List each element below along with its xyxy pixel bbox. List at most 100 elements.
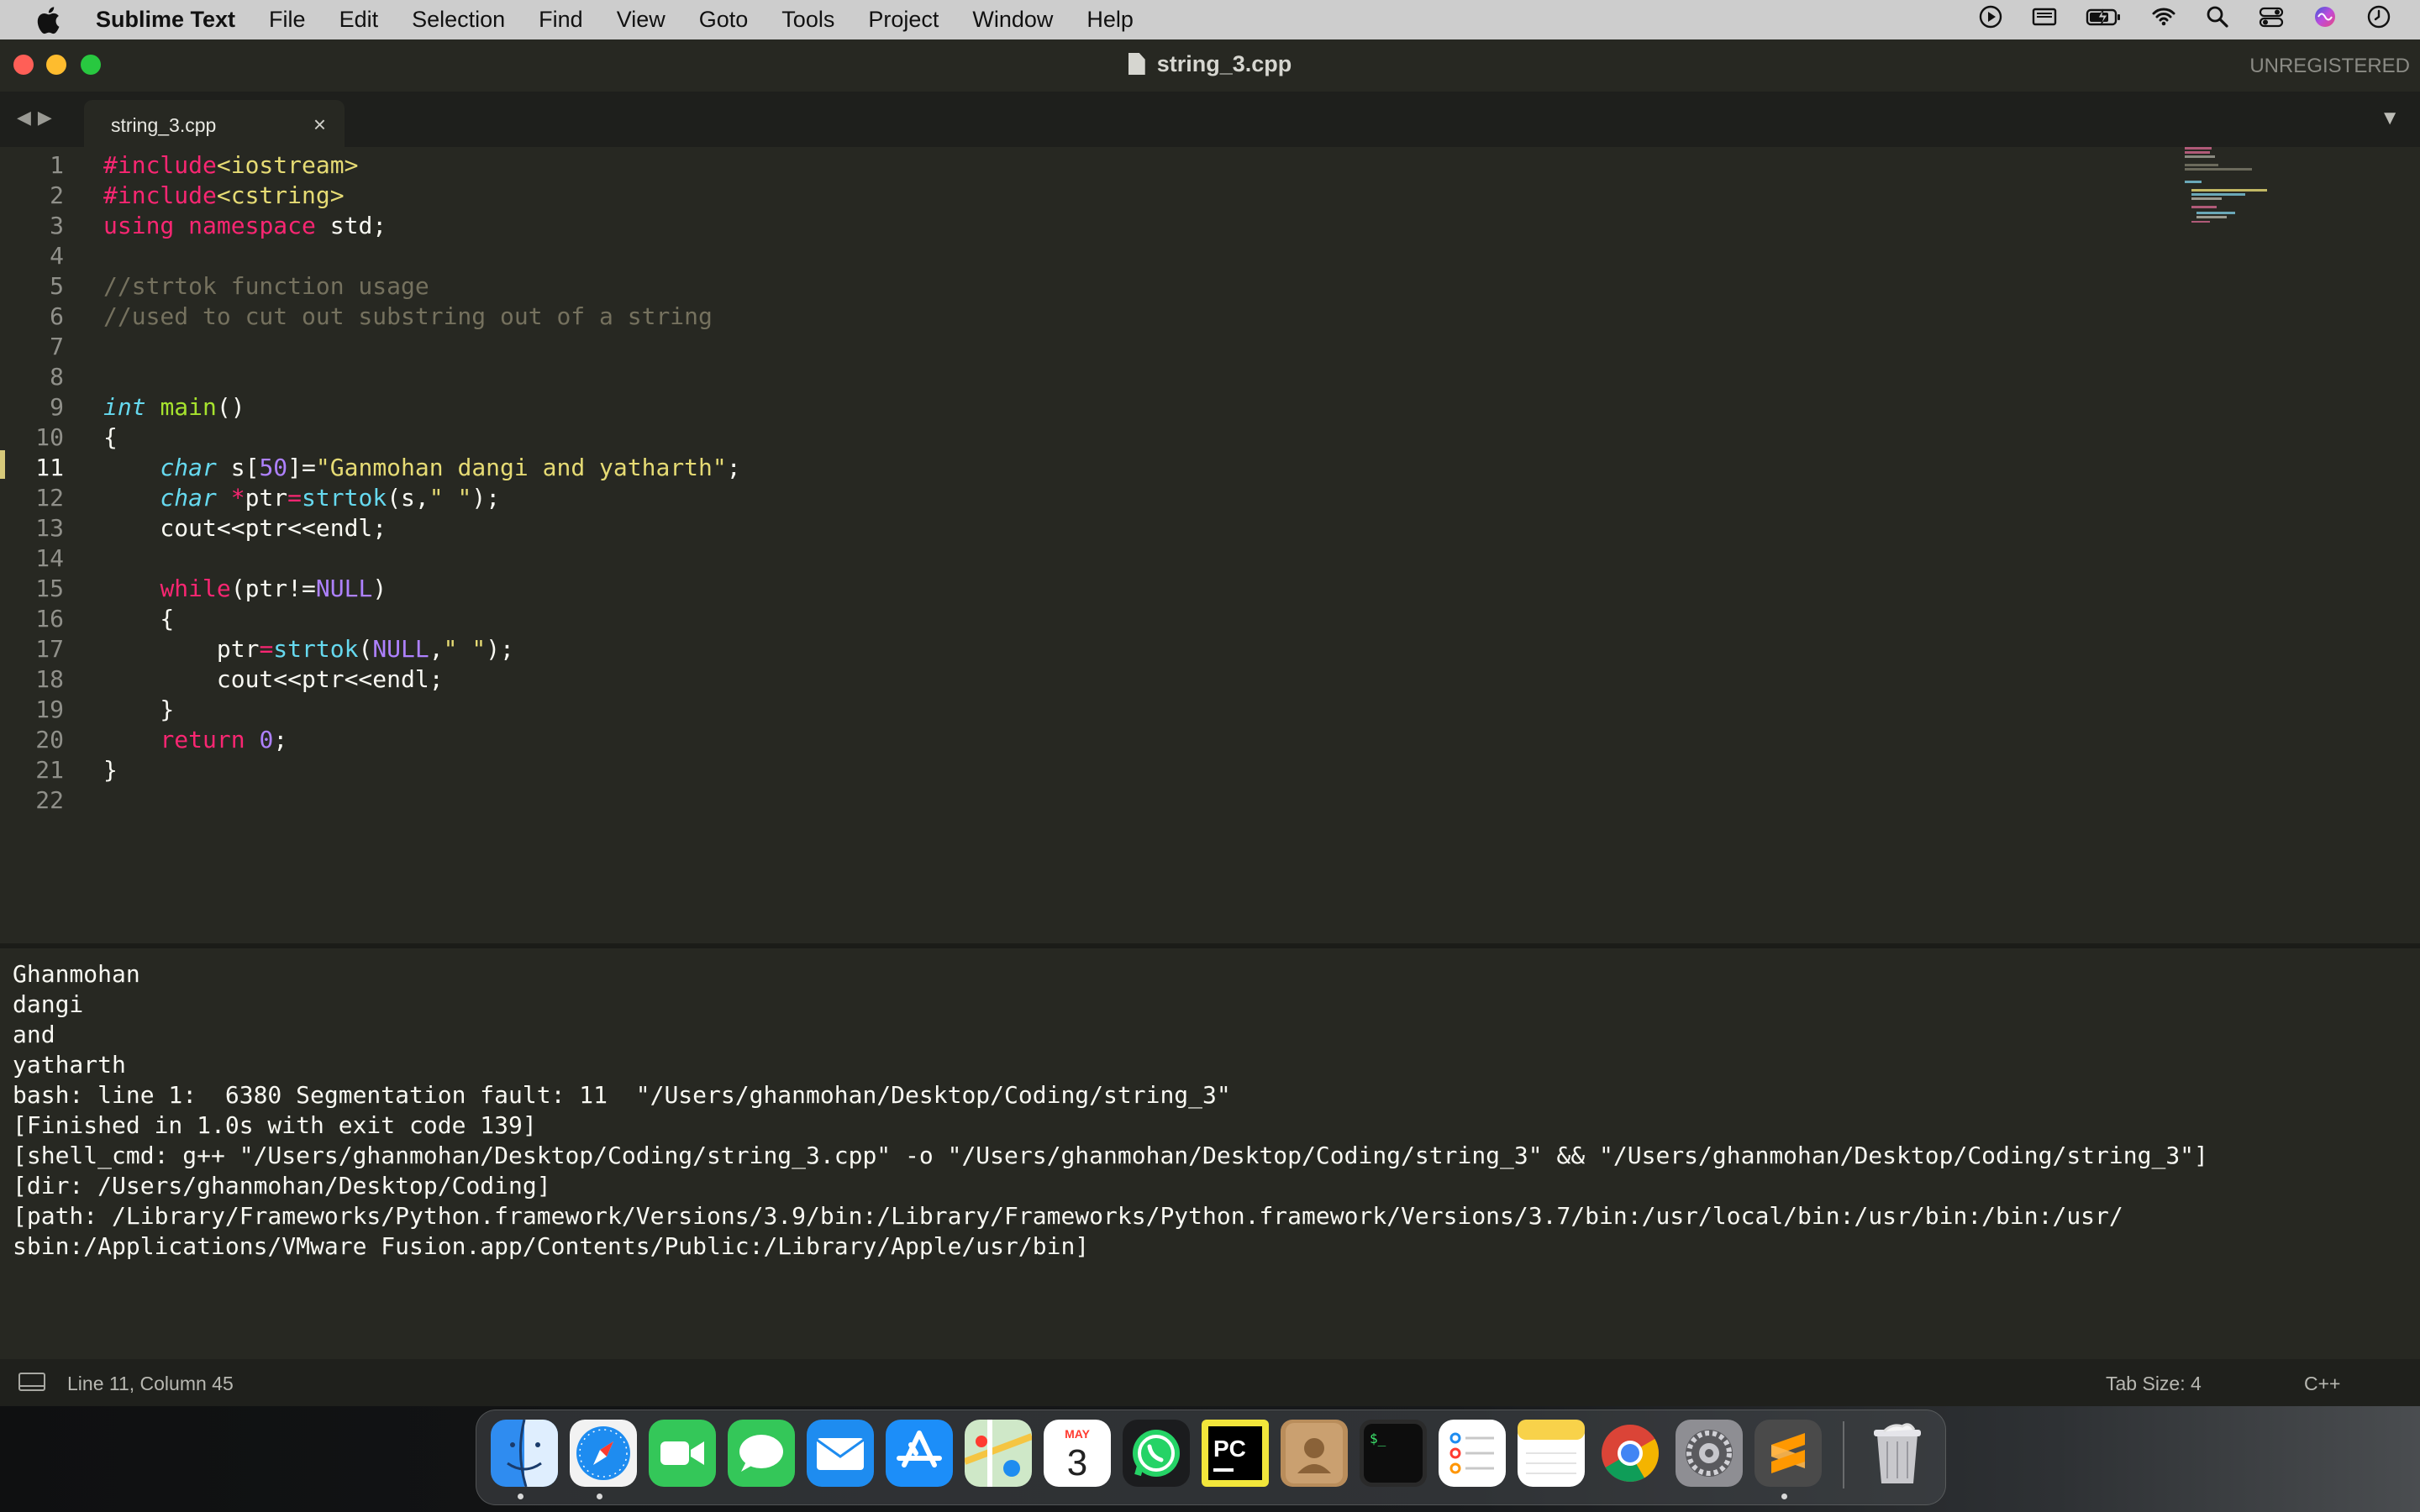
code-line[interactable]: { xyxy=(103,423,118,453)
output-line: bash: line 1: 6380 Segmentation fault: 1… xyxy=(13,1081,1231,1109)
line-number: 4 xyxy=(50,242,64,270)
code-token: return xyxy=(160,726,245,753)
code-token: strtok xyxy=(302,484,387,512)
menu-project[interactable]: Project xyxy=(868,7,939,33)
minimap[interactable] xyxy=(2185,147,2277,223)
dock-calendar-icon[interactable]: MAY 3 xyxy=(1044,1420,1111,1487)
output-line: [dir: /Users/ghanmohan/Desktop/Coding] xyxy=(13,1172,551,1200)
output-line: dangi xyxy=(13,990,84,1018)
line-number: 17 xyxy=(35,635,64,663)
line-number: 21 xyxy=(35,756,64,784)
code-line[interactable]: char *ptr=strtok(s," "); xyxy=(103,483,500,513)
code-token: " " xyxy=(429,484,472,512)
menu-file[interactable]: File xyxy=(269,7,306,33)
code-editor[interactable]: 1 2 3 4 5 6 7 8 9 10 11 12 13 14 15 16 17 18 19 20 21 22 #inc… xyxy=(0,147,2420,943)
code-token: char xyxy=(160,484,217,512)
code-line[interactable]: using namespace std; xyxy=(103,211,387,241)
wifi-icon[interactable] xyxy=(2151,4,2176,35)
dock-trash-icon[interactable] xyxy=(1864,1420,1931,1487)
dock-reminders-icon[interactable] xyxy=(1439,1420,1506,1487)
siri-icon[interactable] xyxy=(2312,4,2338,35)
syntax-selector[interactable]: C++ xyxy=(2304,1373,2340,1395)
clock-icon[interactable] xyxy=(2366,4,2391,35)
code-line[interactable]: return 0; xyxy=(103,725,287,755)
code-line[interactable]: int main() xyxy=(103,392,245,423)
cursor-position[interactable]: Line 11, Column 45 xyxy=(67,1373,234,1395)
code-line[interactable]: } xyxy=(103,755,118,785)
code-line[interactable]: while(ptr!=NULL) xyxy=(103,574,387,604)
dock-chrome-icon[interactable] xyxy=(1597,1420,1664,1487)
menu-selection[interactable]: Selection xyxy=(412,7,505,33)
code-token: namespace xyxy=(188,212,316,239)
pycharm-logo-text: PC xyxy=(1213,1436,1246,1462)
spotlight-search-icon[interactable] xyxy=(2205,4,2230,35)
tab-menu-chevron-icon[interactable]: ▼ xyxy=(2380,107,2400,130)
output-line: [shell_cmd: g++ "/Users/ghanmohan/Deskto… xyxy=(13,1142,2208,1169)
window-titlebar: string_3.cpp UNREGISTERED xyxy=(0,39,2420,92)
code-line[interactable]: //strtok function usage xyxy=(103,271,429,302)
dock-mail-icon[interactable] xyxy=(807,1420,874,1487)
dock-finder-icon[interactable] xyxy=(491,1420,558,1487)
display-icon[interactable] xyxy=(2032,4,2057,35)
code-line[interactable]: #include<iostream> xyxy=(103,150,358,181)
menu-help[interactable]: Help xyxy=(1086,7,1134,33)
code-token: ptr xyxy=(103,635,260,663)
dock-pycharm-icon[interactable]: PC xyxy=(1202,1420,1269,1487)
window-title: string_3.cpp xyxy=(0,51,2420,77)
dock-notes-icon[interactable] xyxy=(1518,1420,1585,1487)
dock-system-preferences-icon[interactable] xyxy=(1676,1420,1743,1487)
running-indicator-safari xyxy=(597,1494,602,1499)
dock-facetime-icon[interactable] xyxy=(649,1420,716,1487)
dock-contacts-icon[interactable] xyxy=(1281,1420,1348,1487)
code-token: NULL xyxy=(315,575,373,602)
code-token: <cstring> xyxy=(216,181,345,209)
line-number: 19 xyxy=(35,696,64,723)
output-line: sbin:/Applications/VMware Fusion.app/Con… xyxy=(13,1232,1090,1260)
code-token: * xyxy=(230,484,245,512)
line-number: 18 xyxy=(35,665,64,693)
dock-whatsapp-icon[interactable] xyxy=(1123,1420,1190,1487)
code-line[interactable]: cout<<ptr<<endl; xyxy=(103,513,387,543)
dock-app-store-icon[interactable] xyxy=(886,1420,953,1487)
control-center-icon[interactable] xyxy=(2259,4,2284,35)
menu-view[interactable]: View xyxy=(617,7,666,33)
battery-icon[interactable] xyxy=(2086,4,2123,35)
code-line[interactable]: { xyxy=(103,604,174,634)
tab-forward-arrow-icon[interactable]: ▶ xyxy=(38,107,59,128)
build-output-panel[interactable]: Ghanmohan dangi and yatharth bash: line 1: 6… xyxy=(0,943,2420,1364)
calendar-day: 3 xyxy=(1067,1442,1087,1483)
menu-app-name[interactable]: Sublime Text xyxy=(96,7,235,33)
menu-window[interactable]: Window xyxy=(972,7,1053,33)
code-token: #include xyxy=(103,181,217,209)
menu-find[interactable]: Find xyxy=(539,7,583,33)
line-number: 3 xyxy=(50,212,64,239)
output-line: Ghanmohan xyxy=(13,960,140,988)
code-line[interactable]: cout<<ptr<<endl; xyxy=(103,664,444,695)
line-number: 11 xyxy=(35,454,64,481)
menu-edit[interactable]: Edit xyxy=(339,7,379,33)
apple-logo-icon[interactable] xyxy=(35,6,60,34)
dock-sublime-text-icon[interactable] xyxy=(1754,1420,1822,1487)
code-line[interactable]: char s[50]="Ganmohan dangi and yatharth"… xyxy=(103,453,740,483)
code-token: () xyxy=(216,393,245,421)
dock-safari-icon[interactable] xyxy=(570,1420,637,1487)
dock-messages-icon[interactable] xyxy=(728,1420,795,1487)
code-line[interactable]: ptr=strtok(NULL," "); xyxy=(103,634,514,664)
tab-string-3-cpp[interactable]: string_3.cpp × xyxy=(84,100,345,147)
document-icon xyxy=(1128,53,1145,75)
tab-close-icon[interactable]: × xyxy=(313,112,326,138)
code-line[interactable]: #include<cstring> xyxy=(103,181,345,211)
panel-toggle-icon[interactable] xyxy=(18,1373,45,1391)
dock-terminal-icon[interactable]: $_ xyxy=(1360,1420,1427,1487)
menu-tools[interactable]: Tools xyxy=(781,7,834,33)
code-line[interactable]: } xyxy=(103,695,174,725)
code-line[interactable]: //used to cut out substring out of a str… xyxy=(103,302,713,332)
tab-back-arrow-icon[interactable]: ◀ xyxy=(17,107,38,128)
code-token: using xyxy=(103,212,175,239)
code-token: //used to cut out substring out of a str… xyxy=(103,302,713,330)
play-icon[interactable] xyxy=(1978,4,2003,35)
code-token: main xyxy=(160,393,217,421)
tab-size-selector[interactable]: Tab Size: 4 xyxy=(2106,1373,2202,1395)
dock-maps-icon[interactable] xyxy=(965,1420,1032,1487)
menu-goto[interactable]: Goto xyxy=(699,7,749,33)
